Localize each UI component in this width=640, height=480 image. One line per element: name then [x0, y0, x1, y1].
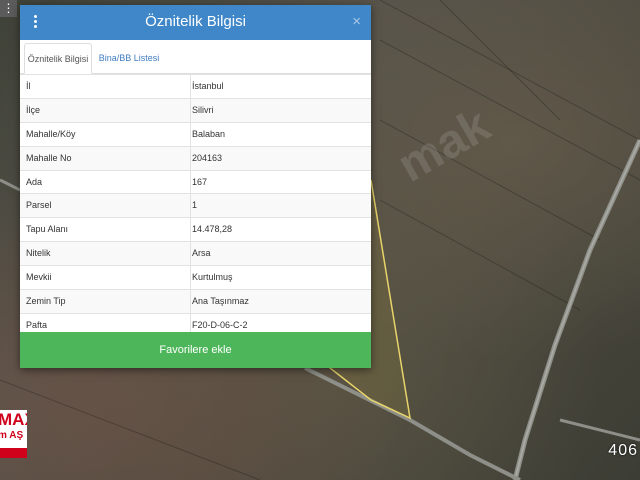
table-row: Mahalle/Köy Balaban — [20, 121, 371, 146]
row-value: 204163 — [190, 146, 222, 170]
row-value: Ana Taşınmaz — [190, 290, 249, 314]
logo-bar — [0, 448, 27, 458]
brand-logo: MAX m AŞ — [0, 410, 27, 458]
tab-building-list[interactable]: Bina/BB Listesi — [96, 43, 162, 74]
row-value: Balaban — [190, 122, 225, 146]
close-icon[interactable]: × — [352, 13, 361, 31]
row-key: Parsel — [26, 200, 52, 211]
row-key: İlçe — [26, 104, 41, 115]
table-row: Tapu Alanı 14.478,28 — [20, 217, 371, 242]
row-key: Mahalle/Köy — [26, 128, 76, 139]
tab-attribute-info[interactable]: Öznitelik Bilgisi — [24, 43, 92, 74]
attribute-table: İl İstanbul İlçe Silivri Mahalle/Köy Bal… — [20, 74, 371, 337]
logo-text: MAX — [0, 410, 27, 429]
row-key: Mahalle No — [26, 152, 72, 163]
row-value: Silivri — [190, 98, 214, 122]
row-value: İstanbul — [190, 75, 224, 98]
map-watermark: mak — [389, 98, 499, 192]
row-key: Zemin Tip — [26, 296, 66, 307]
table-row: İlçe Silivri — [20, 97, 371, 122]
dialog-title: Öznitelik Bilgisi — [145, 13, 246, 30]
row-value: 167 — [190, 170, 207, 194]
row-value: Arsa — [190, 242, 211, 266]
row-key: Tapu Alanı — [26, 224, 69, 235]
add-to-favorites-button[interactable]: Favorilere ekle — [20, 332, 371, 368]
logo-subtext: m AŞ — [0, 430, 24, 441]
row-key: Nitelik — [26, 248, 51, 259]
row-value: Kurtulmuş — [190, 266, 233, 290]
dialog-header: Öznitelik Bilgisi × — [20, 5, 371, 40]
map-menu-icon[interactable]: ⋮ — [0, 0, 17, 17]
table-row: Nitelik Arsa — [20, 241, 371, 266]
row-key: Ada — [26, 176, 43, 187]
attribute-info-dialog: Öznitelik Bilgisi × Öznitelik Bilgisi Bi… — [20, 5, 371, 368]
table-row: Zemin Tip Ana Taşınmaz — [20, 289, 371, 314]
dialog-tabs: Öznitelik Bilgisi Bina/BB Listesi — [20, 40, 371, 74]
kebab-menu-icon[interactable] — [32, 15, 40, 30]
table-row: İl İstanbul — [20, 74, 371, 98]
row-key: İl — [26, 81, 31, 91]
table-row: Mevkii Kurtulmuş — [20, 265, 371, 290]
row-value: 14.478,28 — [190, 218, 232, 242]
scale-readout: 406 — [608, 442, 638, 459]
table-row: Parsel 1 — [20, 193, 371, 218]
table-row: Mahalle No 204163 — [20, 145, 371, 170]
row-key: Mevkii — [26, 272, 52, 283]
row-value: 1 — [190, 194, 197, 218]
table-row: Ada 167 — [20, 169, 371, 194]
